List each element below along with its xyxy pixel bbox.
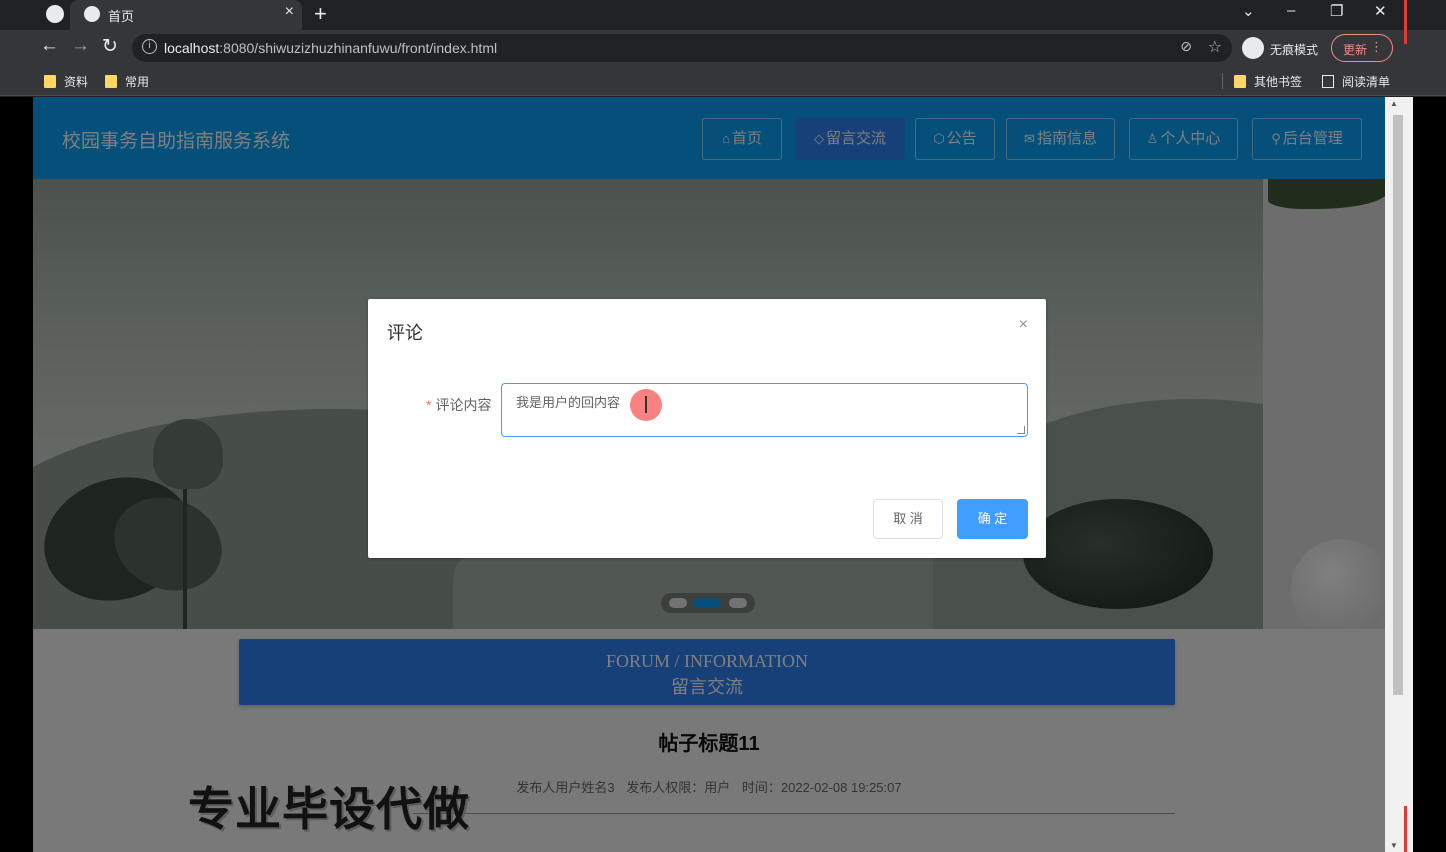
web-viewport: 校园事务自助指南服务系统 ⌂首页 ◇留言交流 ⬡公告 ✉指南信息 ♙个人中心 ⚲… — [33, 97, 1413, 852]
restore-icon[interactable]: ❐ — [1330, 2, 1343, 20]
scroll-thumb[interactable] — [1393, 115, 1403, 695]
back-icon[interactable]: ← — [40, 35, 59, 57]
folder-icon — [105, 75, 117, 88]
folder-icon — [44, 75, 56, 88]
tab-title: 首页 — [108, 9, 135, 24]
comment-dialog: 评论 × * 评论内容 我是用户的回内容 取 消 确 定 — [368, 299, 1046, 558]
browser-tabbar: 首页 × + ⌄ – ❐ ✕ — [0, 0, 1446, 30]
comment-textarea-value: 我是用户的回内容 — [516, 395, 621, 410]
scroll-down-icon[interactable]: ▼ — [1390, 841, 1398, 850]
screen-edge-marker — [1404, 806, 1407, 852]
text-cursor-icon — [645, 396, 647, 413]
browser-tab[interactable]: 首页 × — [70, 0, 302, 30]
incognito-label: 无痕模式 — [1270, 43, 1319, 57]
other-bookmarks[interactable]: 其他书签 — [1234, 73, 1302, 90]
reload-icon[interactable]: ↻ — [102, 35, 118, 58]
browser-toolbar: ← → ↻ i localhost:8080/shiwuzizhuzhinanf… — [0, 30, 1446, 66]
bookmark-folder-ziliao[interactable]: 资料 — [44, 73, 88, 90]
screen-edge-marker — [1404, 0, 1407, 44]
bookmark-folder-changyong[interactable]: 常用 — [105, 73, 149, 90]
screen-border-left — [0, 97, 33, 852]
mouse-cursor-highlight — [630, 389, 662, 421]
screen: 首页 × + ⌄ – ❐ ✕ ← → ↻ i localhost:8080/sh… — [0, 0, 1446, 852]
required-mark: * — [426, 397, 432, 413]
chrome-menu-icon[interactable] — [46, 5, 64, 23]
bookmarks-divider — [1222, 73, 1223, 89]
bookmarks-bar: 资料 常用 其他书签 阅读清单 — [0, 66, 1446, 96]
update-button[interactable]: 更新 ⋮ — [1331, 34, 1393, 62]
comment-textarea[interactable]: 我是用户的回内容 — [501, 383, 1028, 437]
screen-border-right — [1413, 97, 1446, 852]
incognito-icon — [1242, 37, 1264, 59]
address-bar[interactable]: i localhost:8080/shiwuzizhuzhinanfuwu/fr… — [132, 34, 1232, 62]
page-scrollbar[interactable]: ▲ ▼ — [1385, 97, 1413, 852]
reading-list-icon — [1322, 75, 1334, 88]
update-label: 更新 — [1343, 43, 1368, 57]
confirm-button[interactable]: 确 定 — [957, 499, 1028, 539]
folder-icon — [1234, 75, 1246, 88]
new-tab-button[interactable]: + — [314, 1, 327, 27]
scroll-up-icon[interactable]: ▲ — [1390, 99, 1398, 108]
scroll-track[interactable] — [1390, 111, 1403, 837]
globe-icon — [84, 6, 100, 22]
forward-icon[interactable]: → — [71, 35, 90, 57]
tracking-icon[interactable]: ⊘ — [1180, 38, 1192, 55]
cancel-button[interactable]: 取 消 — [873, 499, 943, 539]
site-info-icon[interactable]: i — [142, 39, 157, 54]
tab-close-icon[interactable]: × — [285, 3, 294, 21]
tab-search-icon[interactable]: ⌄ — [1242, 2, 1255, 20]
more-menu-icon: ⋮ — [1370, 39, 1383, 54]
dialog-close-icon[interactable]: × — [1019, 316, 1028, 334]
comment-field-label: * 评论内容 — [426, 397, 492, 413]
minimize-icon[interactable]: – — [1287, 2, 1295, 19]
dialog-title: 评论 — [387, 323, 423, 343]
resize-handle-icon[interactable] — [1017, 426, 1025, 434]
url-text[interactable]: localhost:8080/shiwuzizhuzhinanfuwu/fron… — [164, 40, 497, 56]
close-window-icon[interactable]: ✕ — [1374, 2, 1387, 20]
reading-list[interactable]: 阅读清单 — [1322, 73, 1390, 90]
bookmark-star-icon[interactable]: ☆ — [1208, 37, 1222, 57]
